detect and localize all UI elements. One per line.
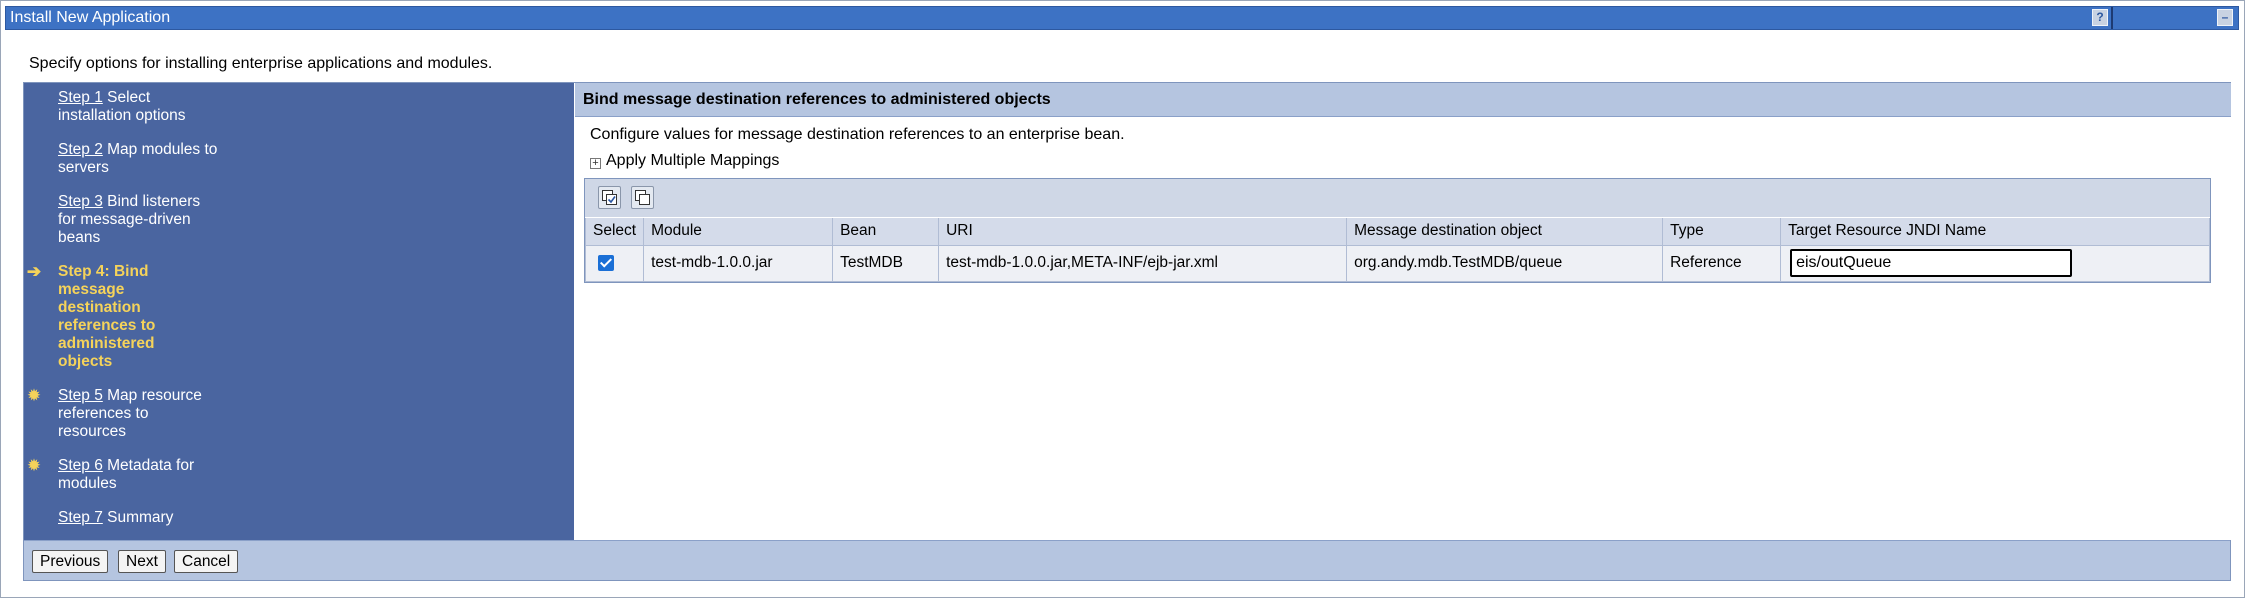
column-header-jndi: Target Resource JNDI Name	[1780, 218, 2210, 246]
row-select-checkbox[interactable]	[598, 254, 614, 271]
mappings-table-frame: Select Module Bean URI Message destinati…	[584, 178, 2211, 283]
apply-multiple-mappings-toggle[interactable]: + Apply Multiple Mappings	[590, 152, 779, 170]
step-6[interactable]: ✹ Step 6 Metadata for modules	[27, 457, 218, 493]
step-3-link[interactable]: Step 3	[58, 193, 103, 210]
table-row: test-mdb-1.0.0.jar TestMDB test-mdb-1.0.…	[584, 244, 2210, 282]
content-header: Bind message destination references to a…	[575, 83, 2231, 117]
steps-sidebar: Step 1 Select installation options Step …	[24, 83, 574, 540]
content-description: Configure values for message destination…	[590, 126, 1125, 143]
starburst-icon: ✹	[26, 386, 42, 405]
step-6-link[interactable]: Step 6	[58, 457, 103, 474]
type-cell: Reference	[1662, 244, 1782, 282]
install-application-panel: Install New Application ? – Specify opti…	[0, 0, 2245, 598]
step-2-link[interactable]: Step 2	[58, 141, 103, 158]
column-header-type: Type	[1662, 218, 1782, 246]
starburst-icon: ✹	[26, 456, 42, 475]
step-1-link[interactable]: Step 1	[58, 89, 103, 106]
step-5[interactable]: ✹ Step 5 Map resource references to reso…	[27, 387, 218, 441]
step-5-link[interactable]: Step 5	[58, 387, 103, 404]
module-cell: test-mdb-1.0.0.jar	[643, 244, 834, 282]
column-header-uri: URI	[938, 218, 1348, 246]
cancel-button[interactable]: Cancel	[174, 550, 239, 573]
column-header-module: Module	[643, 218, 834, 246]
install-wizard: Step 1 Select installation options Step …	[23, 82, 2231, 581]
window-title-bar: Install New Application ? –	[5, 6, 2239, 30]
next-button[interactable]: Next	[118, 550, 166, 573]
column-header-select: Select	[584, 218, 645, 246]
apply-multiple-mappings-label: Apply Multiple Mappings	[606, 152, 780, 169]
bean-cell: TestMDB	[832, 244, 940, 282]
step-1[interactable]: Step 1 Select installation options	[58, 89, 218, 125]
jndi-cell	[1780, 244, 2210, 282]
select-all-icon[interactable]	[598, 186, 621, 209]
step-7-link[interactable]: Step 7	[58, 509, 103, 526]
previous-button[interactable]: Previous	[32, 550, 109, 573]
column-header-bean: Bean	[832, 218, 940, 246]
wizard-footer: Previous Next Cancel	[24, 540, 2230, 580]
intro-text: Specify options for installing enterpris…	[29, 55, 493, 72]
jndi-name-input[interactable]	[1790, 249, 2073, 277]
step-content: Bind message destination references to a…	[575, 83, 2231, 540]
minimize-icon[interactable]: –	[2217, 9, 2233, 26]
expand-icon[interactable]: +	[590, 158, 601, 169]
step-4-label: Step 4: Bind message destination referen…	[58, 263, 156, 370]
uri-cell: test-mdb-1.0.0.jar,META-INF/ejb-jar.xml	[938, 244, 1348, 282]
step-3[interactable]: Step 3 Bind listeners for message-driven…	[58, 193, 218, 247]
title-bar-divider	[2111, 7, 2113, 29]
step-7[interactable]: Step 7 Summary	[58, 509, 218, 527]
table-header-row: Select Module Bean URI Message destinati…	[584, 218, 2210, 246]
select-cell	[584, 244, 645, 282]
column-header-destination: Message destination object	[1346, 218, 1664, 246]
window-title: Install New Application	[10, 9, 171, 26]
step-4-current: ➔ Step 4: Bind message destination refer…	[27, 263, 168, 371]
mappings-table: Select Module Bean URI Message destinati…	[584, 218, 2210, 282]
arrow-right-icon: ➔	[26, 262, 42, 281]
destination-cell: org.andy.mdb.TestMDB/queue	[1346, 244, 1664, 282]
deselect-all-icon[interactable]	[631, 186, 654, 209]
table-toolbar	[585, 179, 2210, 217]
step-2[interactable]: Step 2 Map modules to servers	[58, 141, 218, 177]
help-icon[interactable]: ?	[2092, 9, 2108, 26]
